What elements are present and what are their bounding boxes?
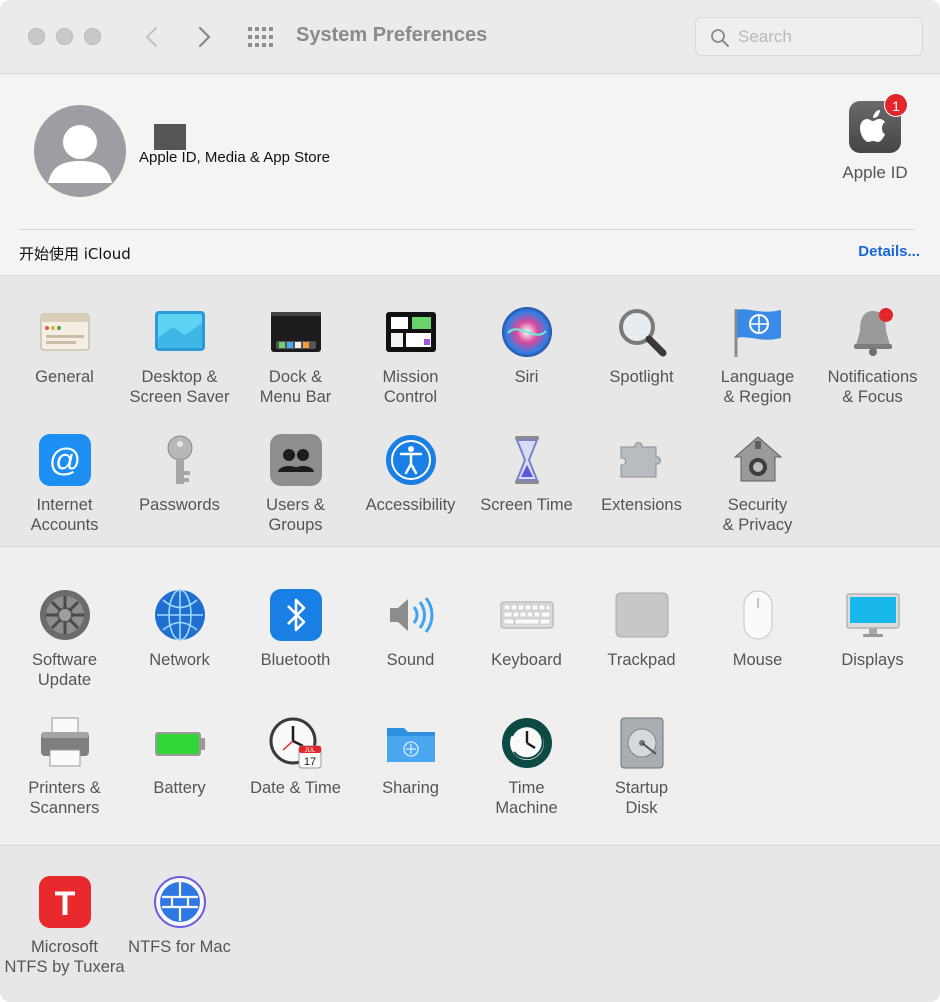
pane-label: Users & Groups — [266, 496, 325, 534]
account-section: Apple ID, Media & App Store 1 Apple ID 开… — [0, 75, 940, 276]
pane-label: Sharing — [382, 779, 439, 797]
pane-label: Keyboard — [491, 651, 562, 669]
pane-label: General — [35, 368, 94, 386]
keyboard-icon — [500, 601, 554, 629]
notification-badge: 1 — [884, 93, 908, 117]
pane-label: Software Update — [31, 651, 98, 689]
software-update-icon — [40, 590, 90, 640]
pane-label: Date & Time — [250, 779, 341, 797]
pane-label: Mission Control — [382, 368, 439, 406]
pane-label: Siri — [514, 368, 539, 386]
pane-label: Trackpad — [607, 651, 676, 669]
bluetooth-icon — [270, 589, 322, 641]
pane-label: Network — [149, 651, 210, 669]
pane-label: Extensions — [601, 496, 682, 514]
pane-label: Sound — [386, 651, 435, 669]
extensions-icon — [620, 442, 661, 478]
ntfs-for-mac-icon — [154, 876, 206, 928]
search-input[interactable] — [738, 24, 913, 50]
close-window-button[interactable] — [28, 28, 45, 45]
grid-icon — [248, 27, 273, 47]
notifications-icon — [854, 308, 893, 356]
internet-accounts-icon: @ — [39, 434, 91, 486]
apple-id-pane[interactable]: 1 Apple ID — [832, 93, 918, 187]
chevron-left-icon — [145, 26, 158, 48]
battery-icon — [155, 732, 205, 756]
svg-text:@: @ — [49, 442, 81, 478]
mission-control-icon — [386, 312, 436, 352]
search-icon — [711, 29, 729, 47]
icloud-prompt: 开始使用 iCloud — [19, 245, 131, 263]
pane-label: Printers & Scanners — [28, 779, 101, 817]
pane-label: Screen Time — [480, 496, 573, 514]
pane-label: Displays — [841, 651, 904, 669]
time-machine-icon — [502, 718, 552, 768]
pane-label: Notifications & Focus — [827, 368, 918, 406]
pane-label: Spotlight — [609, 368, 674, 386]
pane-label: Mouse — [732, 651, 783, 669]
sound-icon — [390, 597, 434, 633]
redacted-account-name — [154, 124, 186, 150]
desktop-screensaver-icon — [155, 311, 205, 351]
apple-id-label: Apple ID — [842, 163, 908, 182]
pane-label: Language & Region — [720, 368, 795, 406]
pane-label: Startup Disk — [614, 779, 669, 817]
passwords-icon — [167, 435, 193, 484]
back-button[interactable] — [138, 22, 166, 52]
screen-time-icon — [515, 436, 539, 484]
calendar-month: JUL — [305, 748, 316, 754]
chevron-right-icon — [198, 26, 211, 48]
startup-disk-icon — [620, 717, 664, 769]
pane-label: Battery — [153, 779, 206, 797]
calendar-day: 17 — [304, 756, 316, 768]
pane-label: Passwords — [139, 496, 220, 514]
mouse-icon — [743, 590, 773, 640]
trackpad-icon — [615, 592, 669, 638]
tuxera-ntfs-icon: T — [39, 876, 91, 928]
third-party-preferences-section: T Microsoft NTFS by Tuxera NTFS for Mac — [0, 847, 940, 1002]
show-all-button[interactable] — [246, 25, 274, 49]
siri-icon — [502, 307, 552, 357]
spotlight-icon — [619, 309, 667, 357]
window-title: System Preferences — [296, 24, 488, 46]
pane-label: Internet Accounts — [30, 496, 99, 534]
pane-label: NTFS for Mac — [128, 938, 231, 956]
personal-preferences-section: General Desktop & Screen Saver Dock & Menu… — [0, 277, 940, 547]
date-time-icon: JUL 17 — [269, 717, 322, 769]
search-field[interactable] — [695, 17, 923, 56]
toolbar: System Preferences — [0, 0, 940, 74]
users-groups-icon — [270, 434, 322, 486]
account-subtitle[interactable]: Apple ID, Media & App Store — [139, 149, 330, 166]
pane-label: Microsoft NTFS by Tuxera — [4, 938, 125, 976]
forward-button[interactable] — [190, 22, 218, 52]
printers-scanners-icon — [41, 717, 89, 767]
dock-menubar-icon — [271, 312, 321, 352]
zoom-window-button[interactable] — [84, 28, 101, 45]
sharing-icon — [387, 728, 435, 762]
pane-label: Desktop & Screen Saver — [129, 368, 230, 406]
avatar[interactable] — [34, 105, 126, 197]
language-region-icon — [734, 309, 781, 357]
pane-label: Security & Privacy — [722, 496, 793, 534]
system-preferences-window: System Preferences Apple ID, Media & App… — [0, 0, 940, 1002]
user-silhouette-icon — [48, 125, 112, 183]
details-link[interactable]: Details... — [858, 243, 920, 260]
pane-label: Bluetooth — [260, 651, 331, 669]
hardware-preferences-section: Software Update Network Bluetooth Sound K… — [0, 548, 940, 846]
general-icon — [40, 313, 90, 351]
accessibility-icon — [386, 435, 436, 485]
network-icon — [155, 589, 205, 641]
pane-label: Time Machine — [495, 779, 558, 817]
tuxera-glyph: T — [55, 885, 76, 923]
pane-label: Accessibility — [365, 496, 456, 514]
displays-icon — [846, 593, 900, 637]
security-privacy-icon — [733, 436, 783, 482]
minimize-window-button[interactable] — [56, 28, 73, 45]
divider — [19, 229, 915, 230]
pane-label: Dock & Menu Bar — [259, 368, 332, 406]
